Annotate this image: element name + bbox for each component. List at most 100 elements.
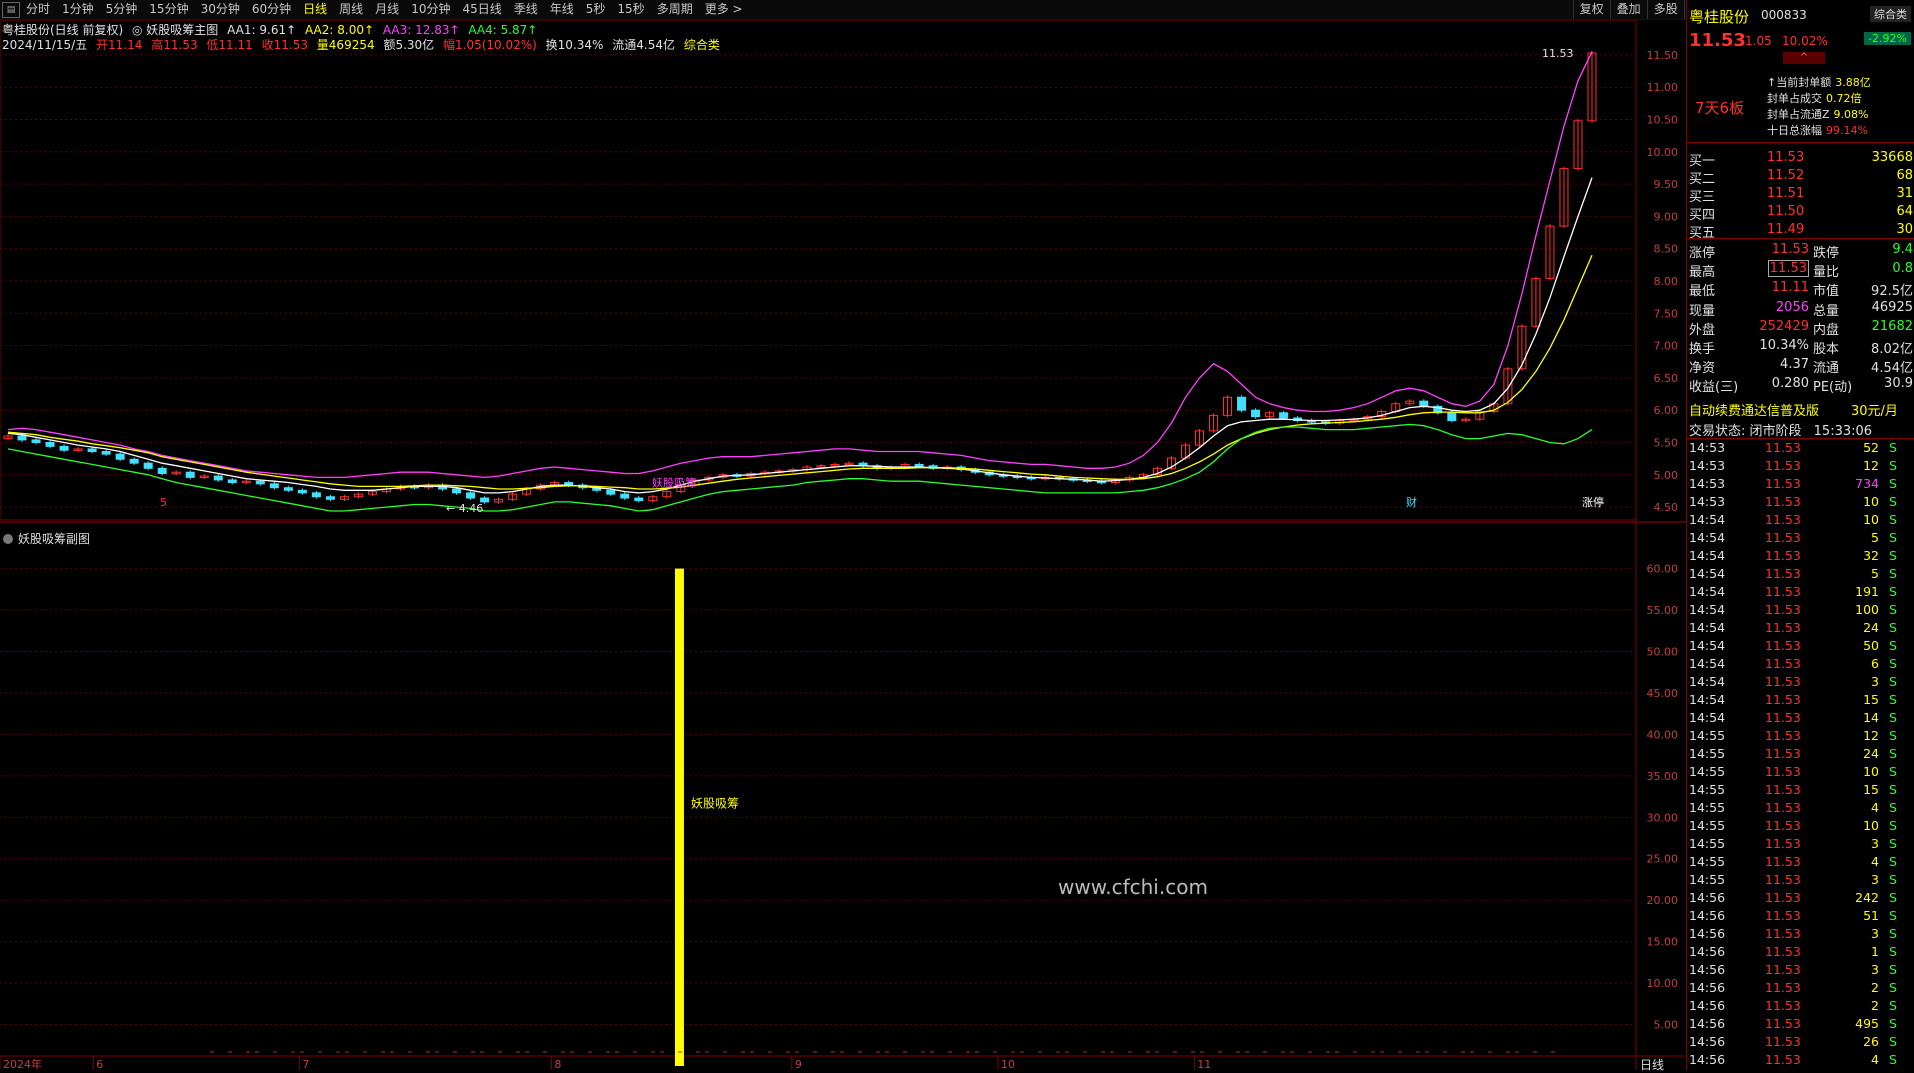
period-tab[interactable]: 年线 [544,0,580,19]
tick-time: 14:56 [1689,980,1726,995]
tick-price: 11.53 [1765,440,1801,455]
tick-price: 11.53 [1765,530,1801,545]
level-volume: 30 [1896,222,1913,237]
tick-row: 14:54 11.53 5 S [1689,530,1913,548]
tick-row: 14:54 11.53 10 S [1689,512,1913,530]
tick-list[interactable]: 14:53 11.53 52 S 14:53 11.53 12 S 14:53 11.53 734 S… [1689,440,1913,1070]
tick-time: 14:55 [1689,764,1726,779]
seal-key: ↑当前封单额 [1767,76,1832,89]
tick-volume: 2 [1871,980,1879,995]
price-axis-tick: 9.00 [1654,210,1679,223]
tick-time: 14:56 [1689,926,1726,941]
tick-row: 14:53 11.53 734 S [1689,476,1913,494]
period-tab[interactable]: 30分钟 [195,0,246,19]
candle-body [227,479,237,484]
period-tab[interactable]: 5分钟 [100,0,144,19]
tick-time: 14:54 [1689,512,1726,527]
tick-volume: 100 [1855,602,1879,617]
tick-price: 11.53 [1765,512,1801,527]
order-book-row[interactable]: 买三 11.51 31 [1689,186,1913,205]
tick-row: 14:56 11.53 2 S [1689,998,1913,1016]
order-book-row[interactable]: 买一 11.53 33668 [1689,150,1913,169]
tick-side: S [1889,818,1897,833]
tick-volume: 10 [1863,818,1879,833]
seal-key: 封单占成交 [1767,92,1822,105]
seal-row: 封单占成交 0.72倍 [1767,90,1862,106]
notice-text: 自动续费通达信普及版 [1689,404,1820,419]
period-tab[interactable]: 15分钟 [143,0,194,19]
level-volume: 64 [1896,204,1913,219]
price-axis-tick: 7.00 [1654,340,1679,353]
stat-key: 流通 [1813,361,1840,377]
period-tab[interactable]: 5秒 [580,0,612,19]
candle-body [1251,409,1261,418]
price-axis-tick: 4.50 [1654,501,1679,514]
tick-volume: 4 [1871,1052,1879,1067]
tick-row: 14:54 11.53 15 S [1689,692,1913,710]
stat-value: 21682 [1871,318,1913,334]
period-tab[interactable]: 日线 [297,0,333,19]
quote-panel: 粤桂股份 000833 综合类 -2.92% 11.53 1.05 10.02%… [1686,0,1914,1070]
candle-body [297,489,307,494]
period-tab[interactable]: 10分钟 [405,0,456,19]
stat-key: 市值 [1813,284,1840,300]
tick-time: 14:55 [1689,728,1726,743]
order-book-row[interactable]: 买二 11.52 68 [1689,168,1913,187]
tick-side: S [1889,710,1897,725]
tick-time: 14:56 [1689,1052,1726,1067]
subscription-notice[interactable]: 自动续费通达信普及版 30元/月 [1689,400,1898,419]
stat-value: 46925 [1871,299,1913,315]
tick-side: S [1889,692,1897,707]
tick-time: 14:55 [1689,872,1726,887]
tick-row: 14:54 11.53 3 S [1689,674,1913,692]
tick-volume: 3 [1871,836,1879,851]
signal-bar-label: 妖股吸筹 [691,796,739,810]
tick-price: 11.53 [1765,872,1801,887]
tick-price: 11.53 [1765,476,1801,491]
month-label: 6 [96,1058,103,1070]
period-tab[interactable]: 45日线 [456,0,507,19]
candle-body [31,439,41,443]
tick-volume: 50 [1863,638,1879,653]
stat-key: 收益(三) [1689,380,1739,396]
tick-volume: 3 [1871,962,1879,977]
period-tab[interactable]: 1分钟 [56,0,100,19]
toolbar-button[interactable]: 复权 [1572,0,1610,19]
candle-body [59,445,69,451]
period-tab[interactable]: 更多 > [699,0,749,19]
month-label: 8 [554,1058,561,1070]
tick-time: 14:53 [1689,476,1726,491]
tick-row: 14:55 11.53 24 S [1689,746,1913,764]
candle-body [620,493,630,499]
tick-side: S [1889,980,1897,995]
period-tab[interactable]: 季线 [508,0,544,19]
stat-value: 30.9 [1884,376,1913,392]
period-tab[interactable]: 多周期 [651,0,699,19]
max-price-label: 11.53 [1542,47,1574,60]
period-tab[interactable]: 60分钟 [246,0,297,19]
stat-key: 外盘 [1689,322,1716,338]
tick-side: S [1889,800,1897,815]
price-axis-tick: 5.50 [1654,436,1679,449]
menu-icon[interactable]: ▤ [2,1,20,18]
toolbar-button[interactable]: 多股 [1646,0,1684,19]
period-toolbar: ▤ 分时 1分钟 5分钟 15分钟 30分钟 60分钟 日线 周线 月线 10分钟 45日线 季线 年线… [0,0,1914,20]
stat-row: 净资 4.37 流通 4.54亿 [1689,357,1913,376]
stat-value: 0.8 [1892,261,1913,277]
period-tab[interactable]: 分时 [20,0,56,19]
tick-time: 14:56 [1689,998,1726,1013]
last-price: 11.53 [1689,30,1746,51]
kline-chart[interactable]: 11.50 11.00 10.50 10.00 9.50 9.00 8.50 8.00 7.50… [0,20,1686,1070]
order-book-row[interactable]: 买四 11.50 64 [1689,204,1913,223]
period-tab[interactable]: 月线 [369,0,405,19]
upper-band-line [7,51,1593,479]
period-tab[interactable]: 周线 [333,0,369,19]
stat-row: 换手 10.34% 股本 8.02亿 [1689,338,1913,357]
tick-row: 14:54 11.53 32 S [1689,548,1913,566]
period-tab[interactable]: 15秒 [611,0,650,19]
tick-time: 14:53 [1689,458,1726,473]
tick-side: S [1889,998,1897,1013]
toolbar-button[interactable]: 叠加 [1609,0,1647,19]
caret-up-icon[interactable]: ^ [1783,52,1825,64]
sector-tag[interactable]: 综合类 [1870,6,1911,22]
